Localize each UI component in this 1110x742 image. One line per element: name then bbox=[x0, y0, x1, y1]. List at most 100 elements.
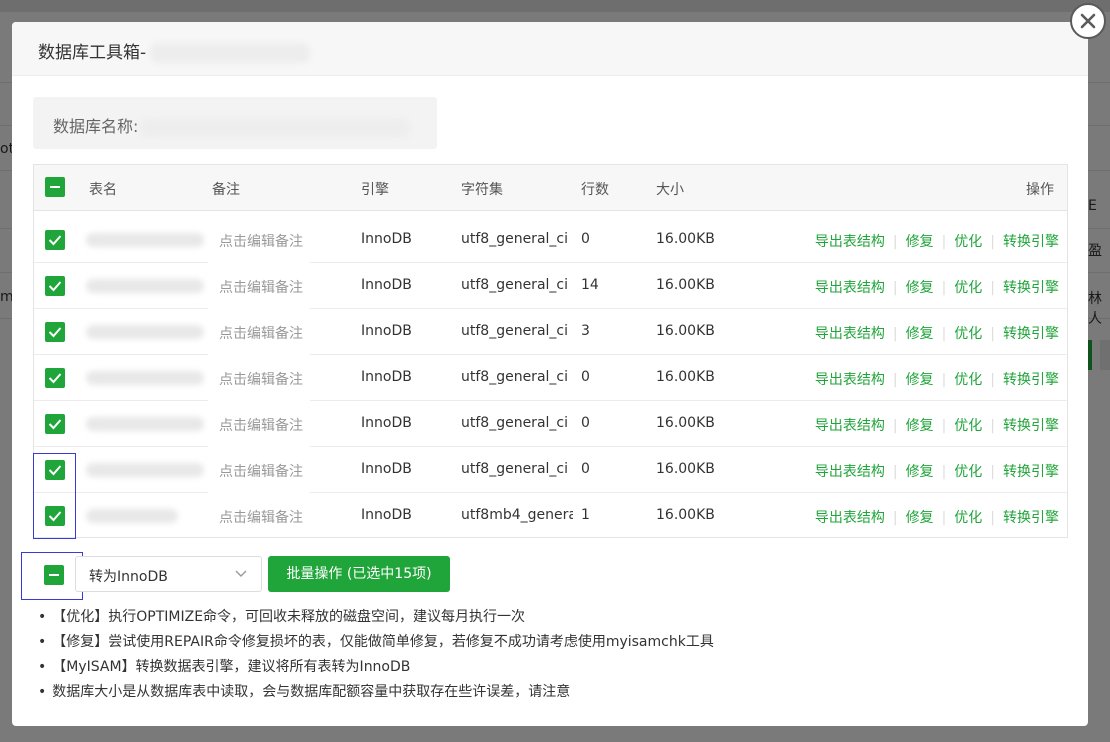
action-separator: | bbox=[892, 510, 898, 526]
header-name: 表名 bbox=[89, 182, 117, 198]
action-separator: | bbox=[892, 418, 898, 434]
action-separator: | bbox=[990, 464, 995, 480]
engine-cell: InnoDB bbox=[361, 277, 412, 293]
rows-cell: 0 bbox=[581, 231, 590, 247]
repair-link[interactable]: 修复 bbox=[906, 234, 934, 250]
check-icon bbox=[48, 327, 62, 338]
action-separator: | bbox=[892, 234, 898, 250]
row-actions: 导出表结构 | 修复 | 优化 | 转换引擎 bbox=[815, 461, 1059, 481]
export-structure-link[interactable]: 导出表结构 bbox=[815, 464, 885, 480]
optimize-link[interactable]: 优化 bbox=[954, 280, 982, 296]
convert-engine-link[interactable]: 转换引擎 bbox=[1003, 418, 1059, 434]
rows-cell: 1 bbox=[581, 507, 590, 523]
check-icon bbox=[48, 281, 62, 292]
charset-cell: utf8_general_ci bbox=[461, 277, 568, 293]
action-separator: | bbox=[892, 280, 898, 296]
row-checkbox[interactable] bbox=[45, 414, 65, 434]
row-actions: 导出表结构 | 修复 | 优化 | 转换引擎 bbox=[815, 415, 1059, 435]
export-structure-link[interactable]: 导出表结构 bbox=[815, 372, 885, 388]
table-row: 点击编辑备注 InnoDB utf8_general_ci 0 16.00KB 导出表结构… bbox=[34, 217, 1067, 263]
convert-engine-link[interactable]: 转换引擎 bbox=[1003, 464, 1059, 480]
redacted-table-name bbox=[86, 233, 204, 247]
optimize-link[interactable]: 优化 bbox=[954, 464, 982, 480]
convert-engine-link[interactable]: 转换引擎 bbox=[1003, 510, 1059, 526]
note-item: 【修复】尝试使用REPAIR命令修复损坏的表，仅能做简单修复，若修复不成功请考虑… bbox=[38, 631, 714, 656]
export-structure-link[interactable]: 导出表结构 bbox=[815, 280, 885, 296]
repair-link[interactable]: 修复 bbox=[906, 418, 934, 434]
repair-link[interactable]: 修复 bbox=[906, 510, 934, 526]
remark-edit-link[interactable]: 点击编辑备注 bbox=[219, 231, 303, 251]
action-separator: | bbox=[941, 418, 947, 434]
rows-cell: 0 bbox=[581, 369, 590, 385]
table-row: 点击编辑备注 InnoDB utf8_general_ci 0 16.00KB 导出表结构… bbox=[34, 355, 1067, 401]
engine-cell: InnoDB bbox=[361, 369, 412, 385]
batch-operation-button[interactable]: 批量操作 (已选中15项) bbox=[268, 556, 450, 592]
redacted-table-name bbox=[86, 279, 204, 293]
convert-engine-link[interactable]: 转换引擎 bbox=[1003, 280, 1059, 296]
export-structure-link[interactable]: 导出表结构 bbox=[815, 510, 885, 526]
remark-edit-link[interactable]: 点击编辑备注 bbox=[219, 507, 303, 527]
action-separator: | bbox=[941, 280, 947, 296]
size-cell: 16.00KB bbox=[656, 415, 715, 431]
optimize-link[interactable]: 优化 bbox=[954, 234, 982, 250]
redacted-database-name bbox=[140, 118, 411, 137]
action-separator: | bbox=[941, 372, 947, 388]
header-engine: 引擎 bbox=[361, 182, 389, 198]
action-separator: | bbox=[990, 326, 995, 342]
table-row: 点击编辑备注 InnoDB utf8mb4_general_ci 1 16.00KB 导出… bbox=[34, 493, 1067, 537]
database-name-label: 数据库名称: bbox=[53, 113, 411, 137]
size-cell: 16.00KB bbox=[656, 231, 715, 247]
redacted-table-name bbox=[86, 371, 204, 385]
select-all-checkbox[interactable] bbox=[45, 177, 65, 197]
convert-engine-link[interactable]: 转换引擎 bbox=[1003, 372, 1059, 388]
row-checkbox[interactable] bbox=[45, 276, 65, 296]
charset-cell: utf8_general_ci bbox=[461, 415, 568, 431]
close-modal-button[interactable] bbox=[1070, 3, 1106, 39]
engine-convert-select[interactable]: 转为InnoDB bbox=[75, 556, 262, 592]
charset-cell: utf8_general_ci bbox=[461, 231, 568, 247]
engine-cell: InnoDB bbox=[361, 415, 412, 431]
note-item: 【MyISAM】转换数据表引擎，建议将所有表转为InnoDB bbox=[38, 656, 714, 681]
convert-engine-link[interactable]: 转换引擎 bbox=[1003, 234, 1059, 250]
size-cell: 16.00KB bbox=[656, 369, 715, 385]
row-checkbox[interactable] bbox=[45, 322, 65, 342]
optimize-link[interactable]: 优化 bbox=[954, 326, 982, 342]
charset-cell: utf8mb4_general_ci bbox=[461, 507, 573, 523]
charset-cell: utf8_general_ci bbox=[461, 461, 568, 477]
bulk-select-checkbox[interactable] bbox=[44, 565, 64, 585]
action-separator: | bbox=[990, 234, 995, 250]
repair-link[interactable]: 修复 bbox=[906, 326, 934, 342]
remark-edit-link[interactable]: 点击编辑备注 bbox=[219, 415, 303, 435]
row-actions: 导出表结构 | 修复 | 优化 | 转换引擎 bbox=[815, 277, 1059, 297]
header-ops: 操作 bbox=[1026, 182, 1054, 198]
optimize-link[interactable]: 优化 bbox=[954, 372, 982, 388]
action-separator: | bbox=[990, 372, 995, 388]
remark-edit-link[interactable]: 点击编辑备注 bbox=[219, 461, 303, 481]
export-structure-link[interactable]: 导出表结构 bbox=[815, 234, 885, 250]
engine-cell: InnoDB bbox=[361, 231, 412, 247]
table-row: 点击编辑备注 InnoDB utf8_general_ci 3 16.00KB 导出表结构… bbox=[34, 309, 1067, 355]
row-checkbox[interactable] bbox=[45, 230, 65, 250]
optimize-link[interactable]: 优化 bbox=[954, 510, 982, 526]
remark-edit-link[interactable]: 点击编辑备注 bbox=[219, 369, 303, 389]
action-separator: | bbox=[941, 464, 947, 480]
size-cell: 16.00KB bbox=[656, 461, 715, 477]
row-actions: 导出表结构 | 修复 | 优化 | 转换引擎 bbox=[815, 369, 1059, 389]
repair-link[interactable]: 修复 bbox=[906, 372, 934, 388]
action-separator: | bbox=[892, 464, 898, 480]
header-remark: 备注 bbox=[212, 182, 240, 198]
header-charset: 字符集 bbox=[461, 182, 503, 198]
repair-link[interactable]: 修复 bbox=[906, 464, 934, 480]
remark-edit-link[interactable]: 点击编辑备注 bbox=[219, 323, 303, 343]
remark-edit-link[interactable]: 点击编辑备注 bbox=[219, 277, 303, 297]
optimize-link[interactable]: 优化 bbox=[954, 418, 982, 434]
export-structure-link[interactable]: 导出表结构 bbox=[815, 326, 885, 342]
redacted-table-name bbox=[86, 325, 204, 339]
repair-link[interactable]: 修复 bbox=[906, 280, 934, 296]
export-structure-link[interactable]: 导出表结构 bbox=[815, 418, 885, 434]
convert-engine-link[interactable]: 转换引擎 bbox=[1003, 326, 1059, 342]
action-separator: | bbox=[892, 326, 898, 342]
size-cell: 16.00KB bbox=[656, 507, 715, 523]
row-checkbox[interactable] bbox=[45, 368, 65, 388]
engine-cell: InnoDB bbox=[361, 323, 412, 339]
